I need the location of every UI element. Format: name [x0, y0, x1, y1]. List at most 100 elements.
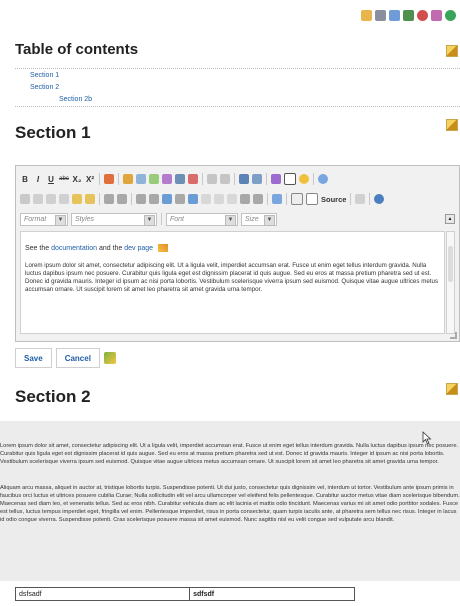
image-insert-icon[interactable] — [188, 194, 198, 204]
pdf-icon[interactable] — [361, 10, 372, 21]
image-icon[interactable] — [123, 174, 133, 184]
dev-page-link[interactable]: dev page — [124, 245, 153, 252]
intro-text-before: See the — [25, 244, 52, 252]
edit-section-2-icon[interactable] — [446, 383, 458, 395]
templates-icon[interactable] — [355, 194, 366, 204]
size-select[interactable]: Size ▼ — [241, 212, 277, 226]
save-button[interactable]: Save — [15, 348, 52, 368]
toc-link-section-1[interactable]: Section 1 — [30, 72, 59, 79]
table-row: dsfsadf sdfsdf — [14, 587, 355, 601]
toolbar-separator — [99, 173, 100, 185]
undo-icon[interactable] — [207, 174, 217, 184]
toolbar-separator — [131, 193, 132, 205]
flag-icon[interactable] — [188, 174, 198, 184]
rich-text-editor: B I U abc X₂ X² Source Format ▼ Styles ▼… — [15, 165, 460, 342]
paste-text-icon[interactable] — [72, 194, 82, 204]
align-center-icon[interactable] — [117, 194, 127, 204]
toolbar-row-2: Source — [20, 192, 385, 206]
new-page-icon[interactable] — [20, 194, 30, 204]
documentation-link[interactable]: documentation — [51, 245, 97, 252]
print-icon[interactable] — [375, 10, 386, 21]
format-select[interactable]: Format ▼ — [20, 212, 68, 226]
slideshow-icon[interactable] — [403, 10, 414, 21]
translate-icon[interactable] — [431, 10, 442, 21]
help-icon[interactable] — [445, 10, 456, 21]
toolbar-separator — [313, 173, 314, 185]
insert-link-icon[interactable] — [162, 194, 172, 204]
plugins-icon[interactable] — [374, 194, 385, 204]
toc-link-section-2[interactable]: Section 2 — [30, 84, 59, 91]
toc-title: Table of contents — [15, 41, 139, 58]
data-table: dsfsadf sdfsdf — [14, 587, 355, 601]
chevron-down-icon: ▼ — [225, 214, 236, 226]
unlink-icon[interactable] — [162, 174, 172, 184]
blockquote-icon[interactable] — [201, 194, 211, 204]
find-icon[interactable] — [239, 174, 249, 184]
toolbar-separator — [118, 173, 119, 185]
outdent-icon[interactable] — [175, 194, 185, 204]
watch-icon[interactable] — [417, 10, 428, 21]
table-cell: sdfsdf — [189, 587, 355, 601]
numbered-list-icon[interactable] — [136, 194, 146, 204]
bold-button[interactable]: B — [20, 173, 30, 185]
chevron-down-icon: ▼ — [144, 214, 155, 226]
toolbar-separator — [350, 193, 352, 205]
redo-icon[interactable] — [220, 174, 230, 184]
paste-word-icon[interactable] — [85, 194, 95, 204]
toolbar-row-1: B I U abc X₂ X² — [20, 172, 328, 186]
table-icon[interactable] — [272, 194, 282, 204]
indent-icon[interactable] — [214, 194, 224, 204]
toolbar-separator — [266, 173, 267, 185]
toc-link-section-2b[interactable]: Section 2b — [59, 96, 92, 103]
toolbar-separator — [99, 193, 100, 205]
copy-icon[interactable] — [136, 174, 146, 184]
page-break-icon[interactable] — [253, 194, 263, 204]
editor-scrollbar[interactable] — [446, 231, 455, 334]
horizontal-rule-icon[interactable] — [240, 194, 250, 204]
link-icon[interactable] — [149, 174, 159, 184]
anchor-icon[interactable] — [175, 174, 185, 184]
scrollbar-thumb[interactable] — [448, 246, 453, 282]
bullet-list-icon[interactable] — [149, 194, 159, 204]
superscript-button[interactable]: X² — [85, 173, 95, 185]
paste-icon[interactable] — [59, 194, 69, 204]
styles-select[interactable]: Styles ▼ — [71, 212, 157, 226]
align-left-icon[interactable] — [104, 194, 114, 204]
cancel-button[interactable]: Cancel — [55, 348, 100, 368]
eraser-icon[interactable] — [271, 174, 281, 184]
toolbar-separator — [267, 193, 268, 205]
format-select-label: Format — [24, 215, 47, 223]
size-select-label: Size — [245, 215, 259, 223]
editor-body-text: Lorem ipsum dolor sit amet, consectetur … — [25, 261, 439, 293]
replace-icon[interactable] — [252, 174, 262, 184]
outdent2-icon[interactable] — [227, 194, 237, 204]
smiley-icon[interactable] — [299, 174, 309, 184]
plugin-icon[interactable] — [103, 352, 116, 364]
font-select[interactable]: Font ▼ — [166, 212, 238, 226]
edit-toc-icon[interactable] — [446, 45, 458, 57]
strikethrough-button[interactable]: abc — [59, 173, 69, 185]
page-actions-toolbar — [361, 10, 456, 26]
copy-text-icon[interactable] — [46, 194, 56, 204]
source-button[interactable]: Source — [321, 193, 346, 205]
section-1-heading: Section 1 — [15, 123, 91, 142]
about-icon[interactable] — [318, 174, 328, 184]
source-icon — [306, 193, 318, 205]
resize-handle-icon[interactable] — [450, 332, 457, 339]
mouse-cursor-icon — [422, 431, 432, 445]
email-icon[interactable] — [389, 10, 400, 21]
underline-button[interactable]: U — [46, 173, 56, 185]
subscript-button[interactable]: X₂ — [72, 173, 82, 185]
special-char-icon[interactable] — [284, 173, 296, 185]
toolbar-row-3: Format ▼ Styles ▼ Font ▼ Size ▼ — [20, 212, 277, 226]
text-color-icon[interactable] — [104, 174, 114, 184]
collapse-toolbar-button[interactable]: ▲ — [445, 214, 455, 224]
editor-content[interactable]: See the documentation and the dev page L… — [20, 231, 445, 334]
font-select-label: Font — [170, 215, 185, 223]
toolbar-separator — [202, 173, 203, 185]
italic-button[interactable]: I — [33, 173, 43, 185]
code-icon[interactable] — [291, 193, 303, 205]
edit-section-1-icon[interactable] — [446, 119, 458, 131]
cut-icon[interactable] — [33, 194, 43, 204]
intro-text-mid: and the — [97, 244, 125, 252]
